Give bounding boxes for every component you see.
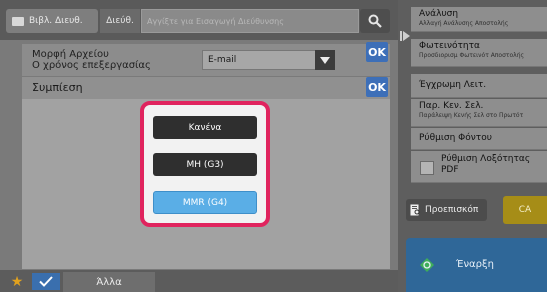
start-icon bbox=[420, 258, 434, 272]
address-book-tab[interactable]: Βιβλ. Διευθ. bbox=[6, 9, 98, 33]
compression-option-none[interactable]: Κανένα bbox=[153, 116, 257, 139]
file-format-ok-button[interactable]: OK bbox=[366, 42, 388, 62]
pdf-skew-label: Ρύθμιση Λοξότητας PDF bbox=[441, 154, 531, 175]
preview-icon bbox=[410, 204, 420, 216]
resolution-sub: Αλλαγή Ανάλυσης Αποστολής bbox=[419, 20, 509, 27]
clear-all-button[interactable]: CA bbox=[503, 196, 547, 224]
pdf-skew-checkbox[interactable] bbox=[420, 161, 434, 175]
background-adjust-item[interactable]: Ρύθμιση Φόντου bbox=[411, 128, 547, 150]
search-icon bbox=[368, 14, 382, 28]
chevron-down-icon bbox=[320, 56, 330, 64]
search-button[interactable] bbox=[360, 9, 390, 33]
blank-page-skip-sub: Παράλειψη Κενής Σελ στο Πρωτότ bbox=[419, 112, 524, 119]
preview-label: Προεπισκόπ bbox=[425, 205, 479, 215]
resolution-label: Ανάλυση bbox=[419, 9, 459, 19]
compression-title: Συμπίεση bbox=[32, 81, 83, 94]
address-book-tab-label: Βιβλ. Διευθ. bbox=[29, 16, 83, 26]
color-mode-label: Έγχρωμη Λειτ. bbox=[419, 80, 487, 90]
file-format-dropdown-button[interactable] bbox=[315, 50, 335, 70]
start-button[interactable]: Έναρξη bbox=[406, 238, 547, 292]
compression-options-highlight: Κανένα MH (G3) MMR (G4) bbox=[140, 101, 270, 227]
check-button[interactable] bbox=[32, 273, 60, 290]
file-format-row: Μορφή Αρχείου Ο χρόνος επεξεργασίας E-ma… bbox=[22, 44, 390, 76]
exposure-label: Φωτεινότητα bbox=[419, 41, 480, 51]
exposure-sub: Προσδιορισμ Φωτεινότ Αποστολής bbox=[419, 52, 525, 59]
blank-page-skip-item[interactable]: Παρ. Κεν. Σελ. Παράλειψη Κενής Σελ στο Π… bbox=[411, 99, 547, 127]
processing-time-label: Ο χρόνος επεξεργασίας bbox=[32, 60, 151, 71]
preview-button[interactable]: Προεπισκόπ bbox=[406, 199, 487, 221]
panel-collapse-icon[interactable] bbox=[400, 30, 410, 42]
address-book-icon bbox=[12, 16, 24, 26]
screen: Βιβλ. Διευθ. Διεύθ. Αγγίξτε για Εισαγωγή… bbox=[0, 0, 547, 292]
favorite-star-icon[interactable]: ★ bbox=[6, 273, 28, 290]
background-adjust-label: Ρύθμιση Φόντου bbox=[419, 133, 492, 143]
compression-option-mh-g3[interactable]: MH (G3) bbox=[153, 153, 257, 176]
resolution-item[interactable]: Ανάλυση Αλλαγή Ανάλυσης Αποστολής bbox=[411, 7, 547, 32]
file-format-title: Μορφή Αρχείου bbox=[32, 49, 109, 60]
compression-option-mmr-g4[interactable]: MMR (G4) bbox=[153, 191, 257, 214]
direct-address-tab[interactable]: Διεύθ. bbox=[100, 9, 140, 33]
checkmark-icon bbox=[39, 276, 53, 287]
start-label: Έναρξη bbox=[456, 259, 494, 270]
file-format-label: Μορφή Αρχείου Ο χρόνος επεξεργασίας bbox=[32, 49, 151, 71]
color-mode-item[interactable]: Έγχρωμη Λειτ. bbox=[411, 74, 547, 98]
address-input[interactable]: Αγγίξτε για Εισαγωγή Διεύθυνσης bbox=[141, 9, 359, 33]
blank-page-skip-label: Παρ. Κεν. Σελ. bbox=[419, 101, 484, 111]
exposure-item[interactable]: Φωτεινότητα Προσδιορισμ Φωτεινότ Αποστολ… bbox=[411, 39, 547, 67]
other-button[interactable]: Άλλα bbox=[63, 272, 155, 292]
compression-ok-button[interactable]: OK bbox=[366, 77, 388, 97]
